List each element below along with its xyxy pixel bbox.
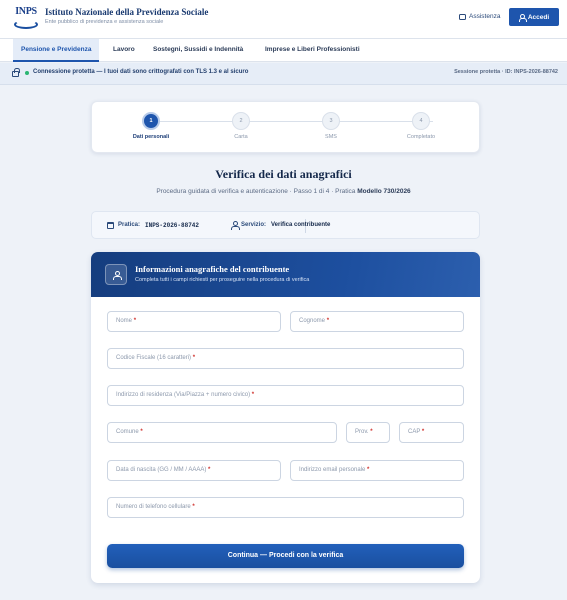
progress-stepper: 1 2 3 4 Dati personali Carta SMS Complet…	[91, 101, 480, 153]
step-3-circle: 3	[322, 112, 340, 130]
required-mark: *	[133, 318, 137, 324]
site-header: INPS Istituto Nazionale della Previdenza…	[0, 0, 567, 39]
practice-label: Pratica:	[118, 222, 141, 228]
tab-lavoro[interactable]: Lavoro	[113, 39, 135, 62]
calendar-icon	[107, 222, 114, 229]
required-mark: *	[192, 504, 195, 510]
data-nascita-placeholder: Data di nascita (GG / MM / AAAA)	[116, 467, 207, 473]
logo-swoosh-icon	[14, 20, 38, 29]
form-subtitle: Completa tutti i campi richiesti per pro…	[135, 277, 310, 283]
tab-imprese[interactable]: Imprese e Liberi Professionisti	[265, 39, 360, 62]
prov-placeholder: Prov.	[355, 429, 369, 435]
form-header: Informazioni anagrafiche del contribuent…	[91, 252, 480, 297]
form-title: Informazioni anagrafiche del contribuent…	[135, 264, 290, 274]
step-1-circle: 1	[142, 112, 160, 130]
assistance-link[interactable]: Assistenza	[459, 13, 500, 20]
security-bar: Connessione protetta — I tuoi dati sono …	[0, 63, 567, 85]
secure-status-dot	[25, 71, 29, 75]
continue-button[interactable]: Continua — Procedi con la verifica	[107, 544, 464, 568]
step-2-label: Carta	[234, 134, 248, 140]
step-3-label: SMS	[325, 134, 337, 140]
brand-title: Istituto Nazionale della Previdenza Soci…	[45, 7, 209, 17]
page-title: Verifica dei dati anagrafici	[215, 167, 352, 181]
telefono-placeholder: Numero di telefono cellulare	[116, 504, 191, 510]
practice-info-bar: Pratica: INPS-2026-88742 Servizio: Verif…	[91, 211, 480, 239]
required-mark: *	[367, 467, 370, 473]
required-mark: *	[370, 429, 373, 435]
user-icon	[518, 14, 527, 22]
lock-icon	[12, 68, 20, 77]
login-button[interactable]: Accedi	[509, 8, 559, 26]
tab-sostegni[interactable]: Sostegni, Sussidi e Indennità	[153, 39, 243, 62]
subtitle-model: Modello 730/2026	[357, 188, 411, 195]
email-field[interactable]: Indirizzo email personale *	[290, 460, 464, 481]
required-mark: *	[208, 467, 211, 473]
inps-logo[interactable]: INPS	[10, 6, 42, 32]
codice-fiscale-placeholder: Codice Fiscale (16 caratteri)	[116, 355, 192, 361]
tab-pensione-previdenza[interactable]: Pensione e Previdenza	[13, 39, 100, 62]
step-1-label: Dati personali	[132, 134, 170, 140]
chat-icon	[459, 13, 466, 20]
session-id: Sessione protetta · ID: INPS-2026-88742	[454, 69, 558, 75]
step-2-circle: 2	[232, 112, 250, 130]
codice-fiscale-field[interactable]: Codice Fiscale (16 caratteri) *	[107, 348, 464, 369]
service-label: Servizio:	[241, 222, 267, 228]
assistance-label: Assistenza	[469, 13, 501, 20]
indirizzo-placeholder: Indirizzo di residenza (Via/Piazza + num…	[116, 392, 251, 398]
login-label: Accedi	[527, 13, 550, 21]
brand-subtitle: Ente pubblico di previdenza e assistenza…	[45, 19, 164, 25]
required-mark: *	[192, 355, 196, 361]
required-mark: *	[421, 429, 425, 435]
taxpayer-form-card: Informazioni anagrafiche del contribuent…	[91, 252, 480, 583]
page-subtitle: Procedura guidata di verifica e autentic…	[0, 188, 567, 195]
nome-field[interactable]: Nome *	[107, 311, 281, 332]
email-placeholder: Indirizzo email personale	[299, 467, 366, 473]
prov-field[interactable]: Prov. *	[346, 422, 390, 443]
cognome-placeholder: Cognome	[299, 318, 326, 324]
required-mark: *	[326, 318, 330, 324]
required-mark: *	[251, 392, 255, 398]
indirizzo-field[interactable]: Indirizzo di residenza (Via/Piazza + num…	[107, 385, 464, 406]
practice-value: INPS-2026-88742	[145, 222, 200, 229]
cap-placeholder: CAP	[408, 429, 421, 435]
main-nav: Pensione e Previdenza Lavoro Sostegni, S…	[0, 39, 567, 62]
cap-field[interactable]: CAP *	[399, 422, 464, 443]
nome-placeholder: Nome	[116, 318, 133, 324]
required-mark: *	[140, 429, 143, 435]
logo-text: INPS	[15, 6, 37, 17]
subtitle-text: Procedura guidata di verifica e autentic…	[156, 188, 358, 195]
security-text: Connessione protetta — I tuoi dati sono …	[33, 69, 249, 75]
person-icon	[231, 221, 240, 230]
step-4-circle: 4	[412, 112, 430, 130]
comune-field[interactable]: Comune *	[107, 422, 337, 443]
comune-placeholder: Comune	[116, 429, 139, 435]
telefono-field[interactable]: Numero di telefono cellulare *	[107, 497, 464, 518]
user-icon	[113, 271, 122, 280]
service-value: Verifica contribuente	[271, 222, 331, 228]
form-header-icon-box	[105, 264, 127, 285]
stepper-line	[160, 121, 433, 122]
data-nascita-field[interactable]: Data di nascita (GG / MM / AAAA) *	[107, 460, 281, 481]
cognome-field[interactable]: Cognome *	[290, 311, 464, 332]
step-4-label: Completato	[406, 134, 436, 140]
